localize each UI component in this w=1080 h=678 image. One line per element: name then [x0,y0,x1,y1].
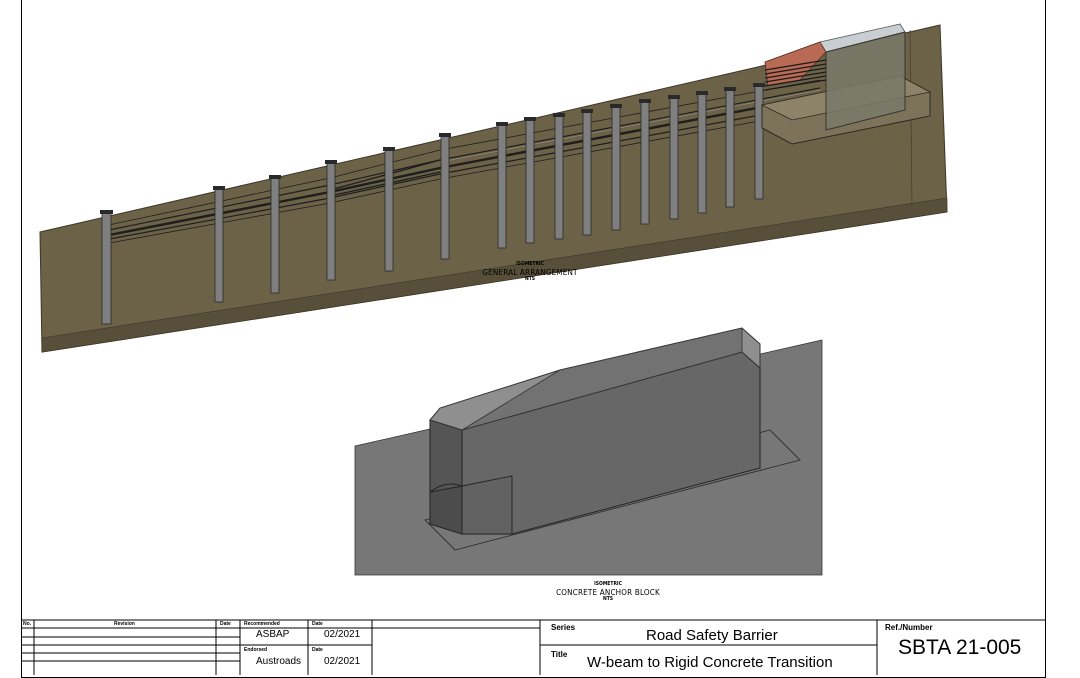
endorsed-date: 02/2021 [324,656,361,667]
post [697,92,707,214]
post [440,134,450,260]
series-value: Road Safety Barrier [646,627,778,644]
post [669,96,679,220]
no-header: No. [23,621,32,627]
post [611,105,621,231]
general-arrangement-isometric [39,23,948,353]
anchor-block-isometric [354,327,823,576]
post [101,211,112,325]
block-lower-step [461,475,513,535]
ref-value: SBTA 21-005 [898,636,1022,659]
anchor-block-caption: ISOMETRIC CONCRETE ANCHOR BLOCK NTS [545,581,671,603]
post [640,100,650,225]
post [270,176,280,294]
scale-label: NTS [602,595,614,602]
general-arrangement-caption: ISOMETRIC GENERAL ARRANGEMENT NTS [470,261,590,283]
date-header: Date [220,621,231,627]
post [326,161,336,281]
ref-label: Ref./Number [885,623,933,632]
post [754,84,764,200]
title-value: W-beam to Rigid Concrete Transition [587,654,833,671]
endorsed-date-label: Date [312,647,323,653]
revision-header: Revision [114,621,135,627]
post [214,187,224,303]
title-label: Title [551,650,568,659]
post [725,88,735,208]
post [554,114,564,240]
endorsed-value: Austroads [256,656,302,667]
drawing-canvas [21,23,1046,675]
recommended-date-label: Date [312,621,323,627]
post [525,118,535,244]
recommended-value: ASBAP [256,629,290,640]
post [497,123,507,249]
post [582,110,592,236]
scale-label: NTS [524,275,536,282]
recommended-label: Recommended [244,621,280,627]
endorsed-label: Endorsed [244,647,268,653]
series-label: Series [551,623,576,632]
post [384,148,394,272]
recommended-date: 02/2021 [324,629,361,640]
